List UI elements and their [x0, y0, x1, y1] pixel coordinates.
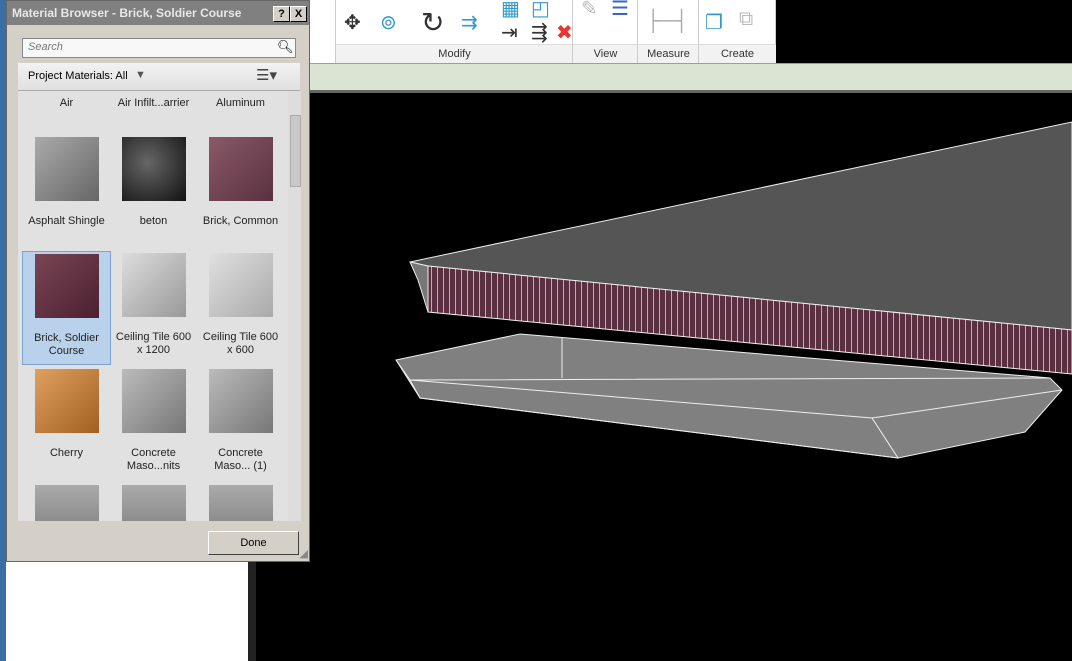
- scrollbar[interactable]: [288, 91, 301, 521]
- material-item[interactable]: beton: [110, 135, 197, 234]
- material-item[interactable]: [110, 483, 197, 521]
- material-thumbnail: [121, 253, 186, 317]
- material-item[interactable]: Air: [23, 97, 110, 116]
- material-label: Concrete Maso...nits: [126, 447, 181, 472]
- material-item[interactable]: [23, 483, 110, 521]
- view-options-icon[interactable]: ☰▾: [256, 66, 277, 84]
- material-item[interactable]: Air Infilt...arrier: [110, 97, 197, 116]
- material-label: Cherry: [49, 447, 83, 459]
- material-thumbnail: [208, 253, 273, 317]
- done-button[interactable]: Done: [208, 531, 299, 555]
- material-label: Air: [59, 97, 74, 109]
- material-label: Brick, Common: [202, 215, 279, 227]
- material-label: Air Infilt...arrier: [117, 97, 190, 109]
- chevron-down-icon[interactable]: ▼: [135, 69, 146, 81]
- material-item[interactable]: [197, 483, 284, 521]
- material-label: Ceiling Tile 600 x 1200: [115, 331, 192, 356]
- filter-dropdown[interactable]: Project Materials: All: [28, 70, 128, 82]
- material-item[interactable]: Concrete Maso... (1): [197, 367, 284, 479]
- materials-grid: Air Air Infilt...arrier Aluminum Asphalt Sh…: [18, 91, 288, 521]
- material-item[interactable]: Brick, Soldier Course: [22, 251, 111, 365]
- slab-edge[interactable]: [409, 261, 429, 313]
- material-label: Asphalt Shingle: [28, 215, 105, 227]
- material-thumbnail: [121, 369, 186, 433]
- material-thumbnail: [208, 369, 273, 433]
- material-thumbnail: [34, 485, 99, 521]
- help-button[interactable]: ?: [273, 6, 290, 22]
- material-item[interactable]: Concrete Maso...nits: [110, 367, 197, 479]
- material-item[interactable]: Asphalt Shingle: [23, 135, 110, 234]
- material-thumbnail: [208, 137, 273, 201]
- material-thumbnail: [121, 137, 186, 201]
- search-input[interactable]: Search: [22, 38, 296, 58]
- search-icon[interactable]: 🔍︎: [277, 39, 294, 55]
- material-thumbnail: [121, 485, 186, 521]
- dialog-title: Material Browser - Brick, Soldier Course: [7, 1, 309, 25]
- material-thumbnail: [34, 369, 99, 433]
- material-label: Ceiling Tile 600 x 600: [202, 331, 279, 356]
- material-label: Concrete Maso... (1): [214, 447, 267, 472]
- close-button[interactable]: X: [290, 6, 307, 22]
- material-thumbnail: [34, 137, 99, 201]
- material-thumbnail: [34, 254, 99, 318]
- material-item[interactable]: Ceiling Tile 600 x 1200: [110, 251, 197, 363]
- material-label: Aluminum: [216, 97, 265, 109]
- material-item[interactable]: Brick, Common: [197, 135, 284, 234]
- material-item[interactable]: Ceiling Tile 600 x 600: [197, 251, 284, 363]
- material-label: Brick, Soldier Course: [34, 332, 99, 357]
- material-thumbnail: [208, 485, 273, 521]
- material-label: beton: [139, 215, 168, 227]
- material-item[interactable]: Aluminum: [197, 97, 284, 116]
- material-browser-dialog: Material Browser - Brick, Soldier Course…: [6, 0, 310, 562]
- breadcrumb: Project Materials: All ▼ ☰▾: [18, 63, 300, 91]
- material-item[interactable]: Cherry: [23, 367, 110, 466]
- scrollbar-thumb[interactable]: [290, 115, 301, 187]
- resize-grip-icon[interactable]: ◢: [300, 547, 308, 560]
